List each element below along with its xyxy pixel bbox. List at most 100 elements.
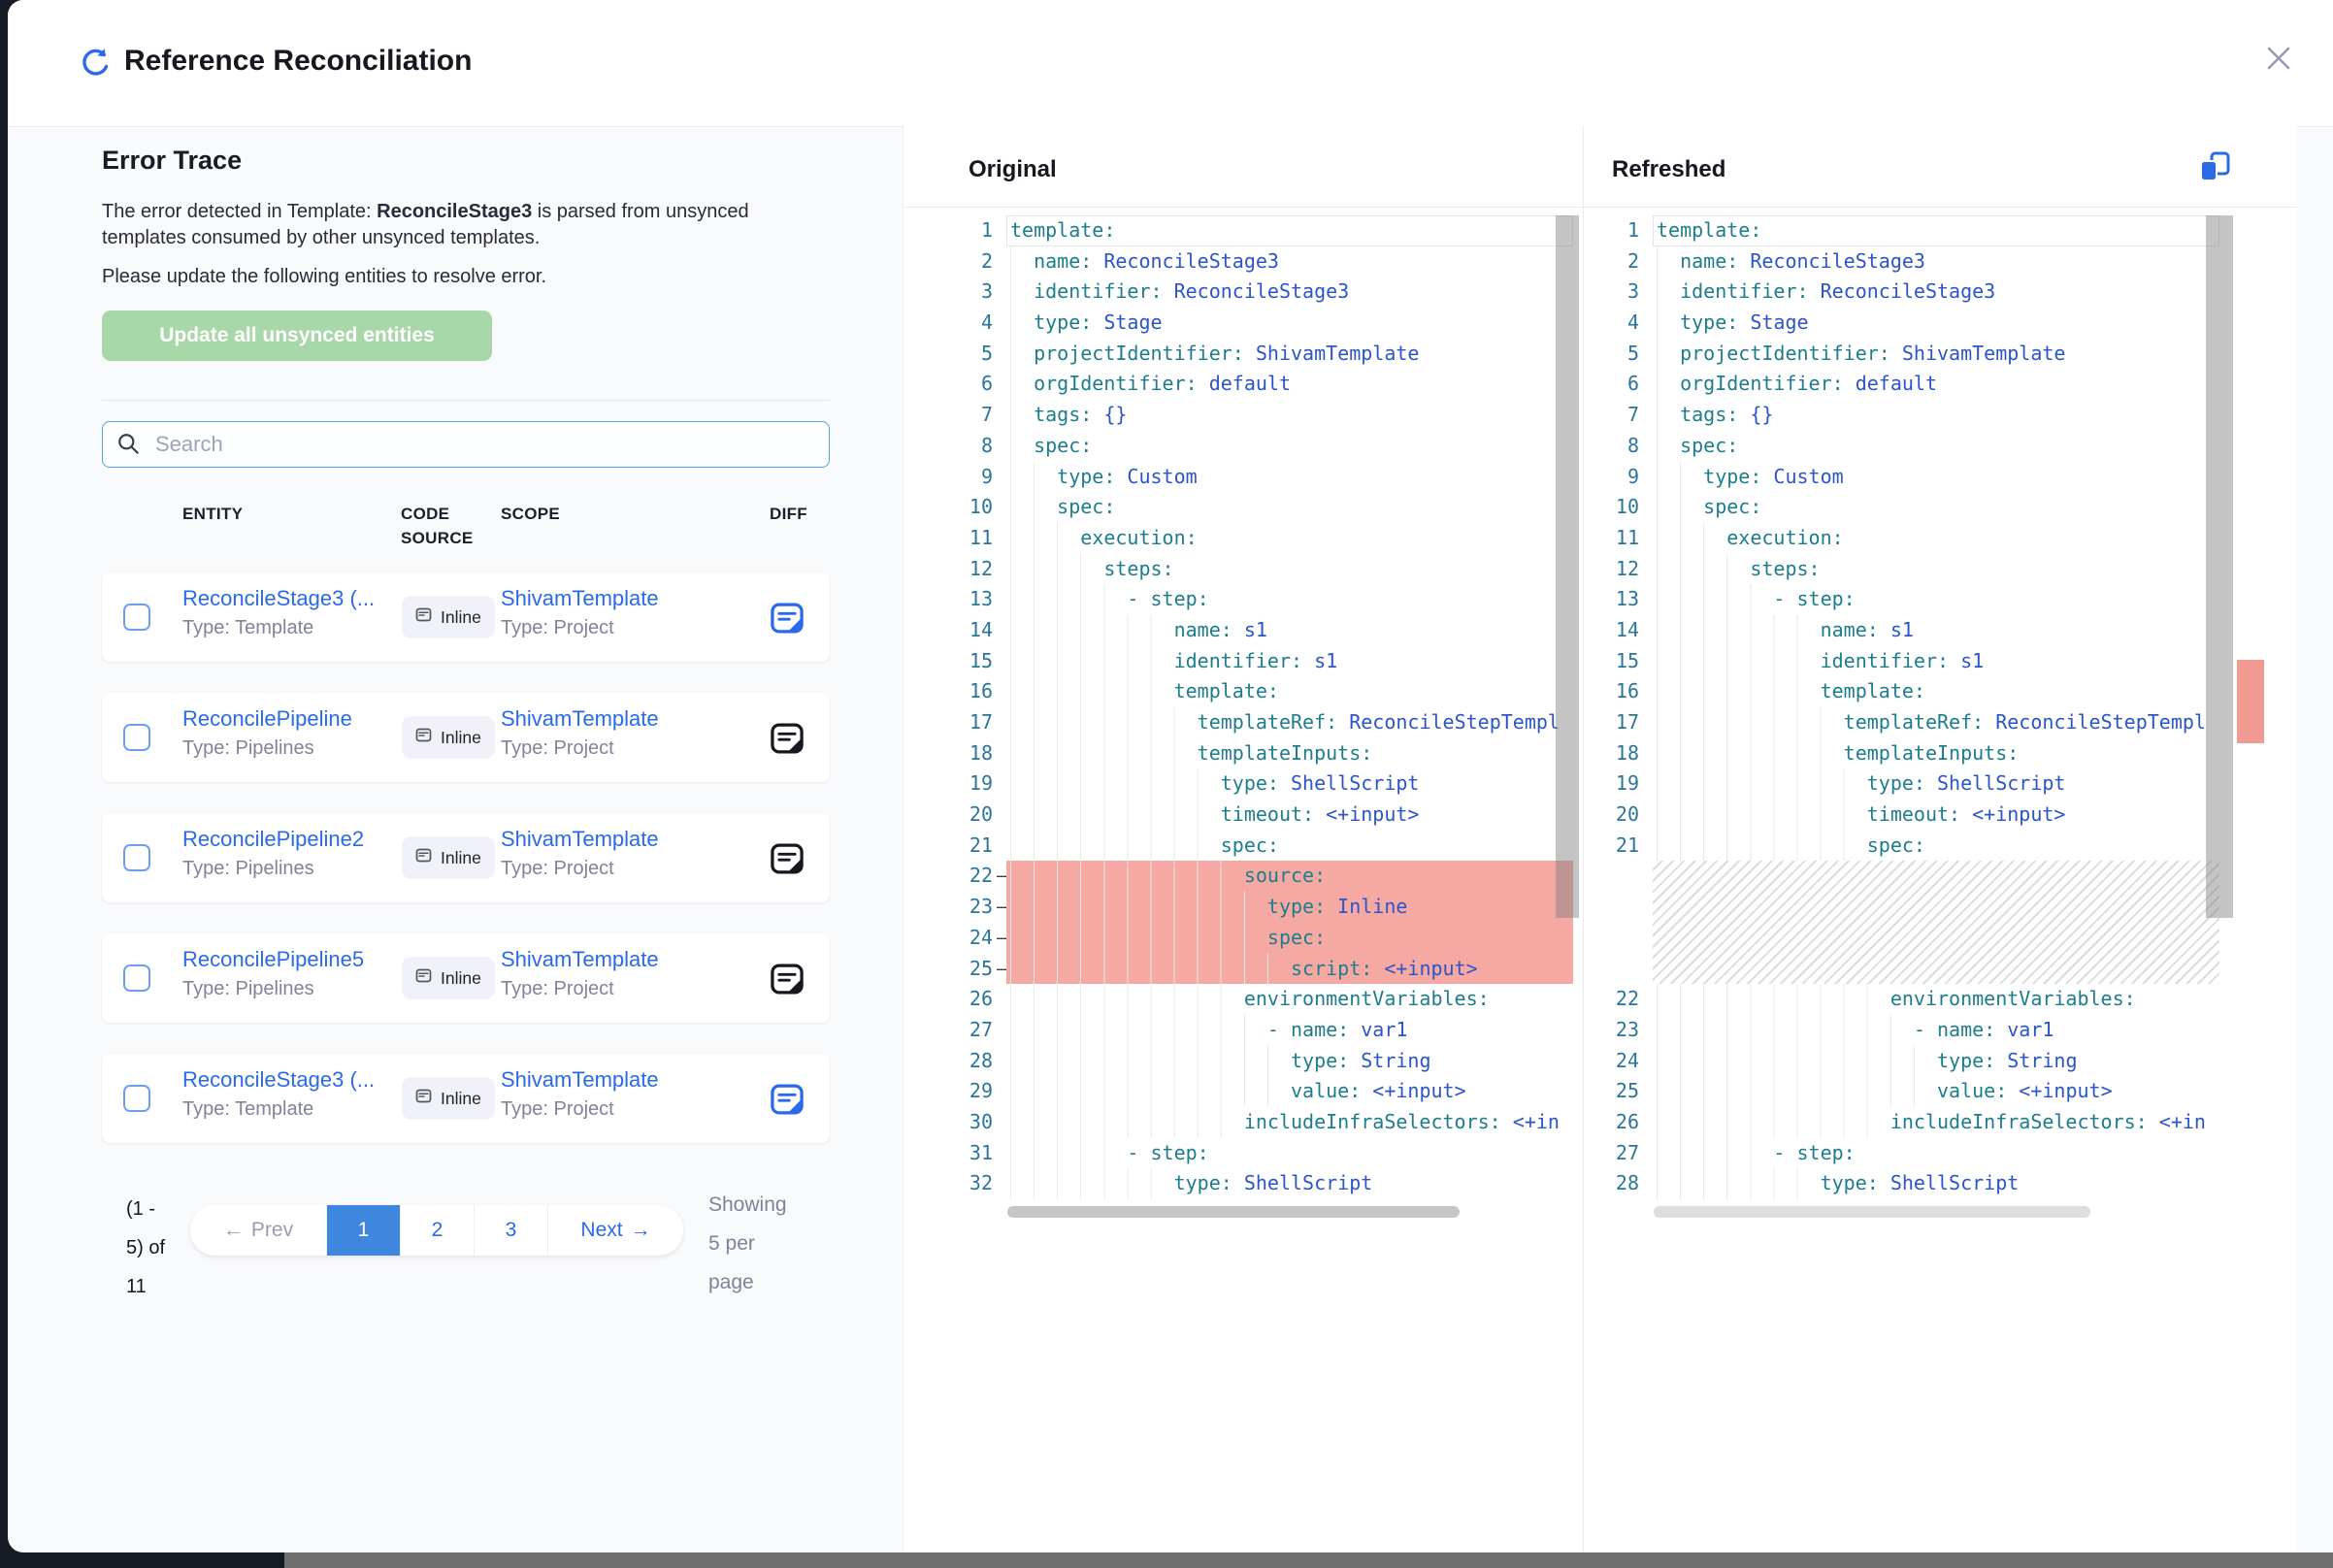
entity-link[interactable]: ReconcileStage3 (... [182, 1067, 375, 1093]
code-line: timeout: <+input> [1006, 800, 1573, 831]
entity-type-label: Type: Pipelines [182, 737, 314, 760]
line-number: 4 [1585, 308, 1639, 339]
row-checkbox[interactable] [123, 1085, 150, 1112]
line-number: 1 [1585, 215, 1639, 246]
line-number: 14 [1585, 615, 1639, 646]
yaml-value: ShellScript [1232, 1171, 1373, 1194]
prev-page-button[interactable]: ← Prev [190, 1205, 326, 1256]
yaml-key: identifier: [1657, 649, 1949, 672]
line-number: 28 [904, 1046, 993, 1077]
yaml-value: <+input> [1960, 802, 2065, 826]
entity-type-label: Type: Template [182, 617, 313, 639]
line-number: 5 [1585, 339, 1639, 370]
panel-header-divider [904, 207, 2297, 208]
yaml-key: type: [1657, 771, 1925, 795]
original-horizontal-scrollbar[interactable] [1007, 1206, 1460, 1218]
code-line: name: s1 [1653, 615, 2219, 646]
code-line: environmentVariables: [1653, 984, 2219, 1015]
yaml-key: projectIdentifier: [1010, 342, 1244, 365]
scope-link[interactable]: ShivamTemplate [501, 947, 659, 972]
yaml-key: type: [1657, 310, 1738, 334]
entity-type-label: Type: Pipelines [182, 978, 314, 1000]
yaml-value: String [1349, 1049, 1430, 1072]
code-line: - step: [1006, 584, 1573, 615]
entity-link[interactable]: ReconcilePipeline2 [182, 827, 364, 852]
code-line: orgIdentifier: default [1653, 369, 2219, 400]
yaml-key: - step: [1010, 1141, 1209, 1164]
refreshed-vertical-scrollbar[interactable] [2206, 215, 2233, 918]
code-line: type: ShellScript [1653, 1168, 2219, 1199]
yaml-key: projectIdentifier: [1657, 342, 1890, 365]
line-number: 28 [1585, 1168, 1639, 1199]
yaml-key: templateRef: [1657, 710, 1984, 734]
yaml-key: name: [1010, 249, 1092, 273]
per-page-line: page [708, 1263, 844, 1302]
code-line: steps: [1006, 554, 1573, 585]
row-checkbox[interactable] [123, 724, 150, 751]
line-number: 18 [904, 738, 993, 769]
pagination-range-line: 11 [126, 1267, 194, 1306]
table-row: ReconcilePipeline Type: Pipelines Inline Sh… [102, 693, 830, 782]
code-source-badge: Inline [402, 1077, 495, 1120]
refreshed-code-editor[interactable]: template: name: ReconcileStage3 identifi… [1653, 215, 2219, 1199]
copy-icon[interactable] [2194, 149, 2235, 186]
scope-link[interactable]: ShivamTemplate [501, 706, 659, 732]
yaml-key: tags: [1010, 403, 1092, 426]
row-checkbox[interactable] [123, 844, 150, 871]
entity-link[interactable]: ReconcilePipeline5 [182, 947, 364, 972]
yaml-value: ReconcileStepTempl [1984, 710, 2206, 734]
file-diff-icon[interactable] [770, 963, 805, 996]
yaml-key: includeInfraSelectors: [1010, 1110, 1501, 1133]
original-vertical-scrollbar[interactable] [1556, 215, 1579, 918]
next-page-button[interactable]: Next → [547, 1205, 683, 1256]
yaml-key: type: [1010, 310, 1092, 334]
error-trace-title: Error Trace [102, 146, 242, 176]
line-number: 32 [904, 1168, 993, 1199]
yaml-value: Custom [1761, 465, 1843, 488]
refreshed-horizontal-scrollbar[interactable] [1654, 1206, 2090, 1218]
refreshed-panel-title: Refreshed [1612, 156, 1725, 183]
yaml-value: Stage [1092, 310, 1162, 334]
file-inline-icon [415, 847, 433, 869]
yaml-value: {} [1092, 403, 1127, 426]
yaml-value: s1 [1302, 649, 1337, 672]
scope-link[interactable]: ShivamTemplate [501, 1067, 659, 1093]
row-checkbox[interactable] [123, 964, 150, 992]
yaml-value: <+in [1501, 1110, 1560, 1133]
code-line: - step: [1006, 1138, 1573, 1169]
page-button-1[interactable]: 1 [326, 1205, 400, 1256]
scope-link[interactable]: ShivamTemplate [501, 586, 659, 611]
file-diff-icon[interactable] [770, 602, 805, 635]
original-code-editor[interactable]: template: name: ReconcileStage3 identifi… [1006, 215, 1573, 1199]
entity-link[interactable]: ReconcilePipeline [182, 706, 352, 732]
close-icon[interactable] [2261, 41, 2296, 76]
line-number: 24– [904, 923, 993, 954]
code-line: identifier: ReconcileStage3 [1653, 277, 2219, 308]
scope-link[interactable]: ShivamTemplate [501, 827, 659, 852]
yaml-key: - step: [1010, 587, 1209, 610]
page-bottom-scrollbar[interactable] [284, 1552, 2333, 1568]
yaml-key: type: [1010, 895, 1326, 918]
code-line: type: Stage [1006, 308, 1573, 339]
search-input[interactable] [153, 431, 815, 458]
yaml-key: value: [1010, 1079, 1361, 1102]
file-diff-icon[interactable] [770, 722, 805, 755]
yaml-value: ReconcileStage3 [1163, 279, 1350, 303]
column-header-diff: DIFF [770, 505, 807, 524]
page-button-2[interactable]: 2 [400, 1205, 474, 1256]
original-line-numbers: 12345678910111213141516171819202122–23–2… [904, 215, 993, 1199]
update-all-unsynced-entities-button[interactable]: Update all unsynced entities [102, 310, 492, 361]
file-diff-icon[interactable] [770, 1083, 805, 1116]
pagination-range-line: (1 - [126, 1190, 194, 1228]
yaml-key: identifier: [1010, 279, 1163, 303]
yaml-key: steps: [1657, 557, 1821, 580]
yaml-value: <+input> [2007, 1079, 2112, 1102]
code-line: projectIdentifier: ShivamTemplate [1653, 339, 2219, 370]
entity-link[interactable]: ReconcileStage3 (... [182, 586, 375, 611]
code-source-label: Inline [441, 728, 481, 748]
yaml-key: source: [1010, 864, 1326, 887]
page-button-3[interactable]: 3 [474, 1205, 547, 1256]
file-diff-icon[interactable] [770, 842, 805, 875]
yaml-key: environmentVariables: [1010, 987, 1490, 1010]
row-checkbox[interactable] [123, 604, 150, 631]
